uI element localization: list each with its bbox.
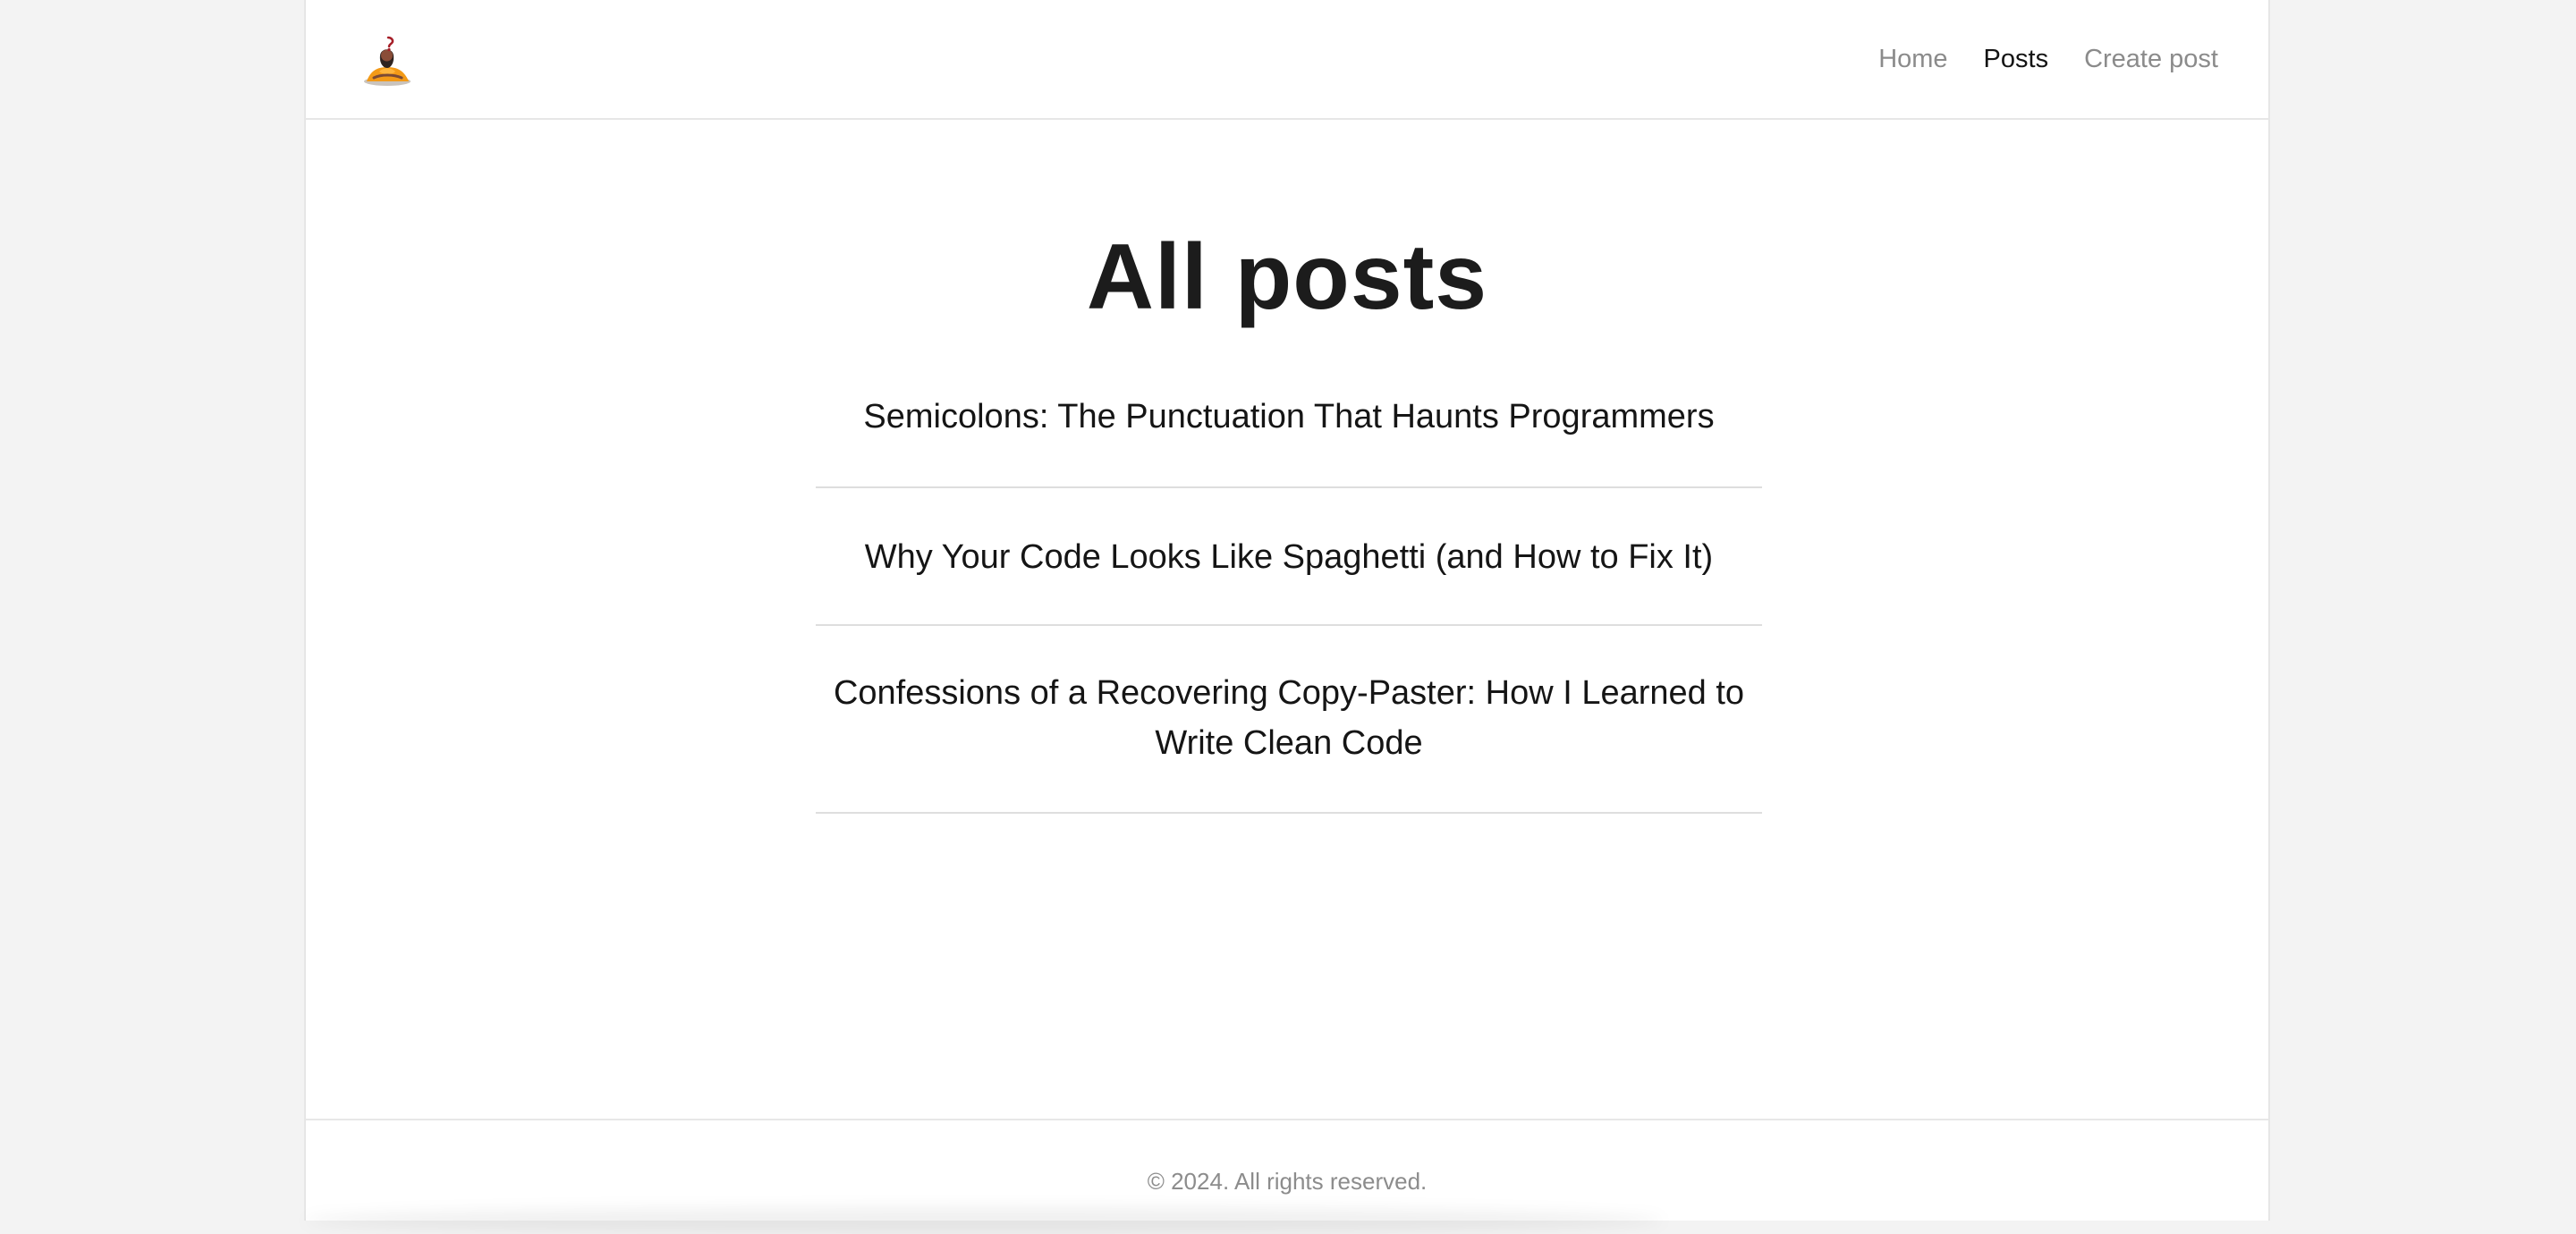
page-frame: Home Posts Create post All posts Semicol… <box>304 0 2270 1221</box>
post-list-item: Confessions of a Recovering Copy-Paster:… <box>816 626 1762 814</box>
nav-posts-link[interactable]: Posts <box>1984 41 2049 77</box>
nav-create-post-link[interactable]: Create post <box>2084 41 2218 77</box>
page-title: All posts <box>1086 225 1488 329</box>
posts-page: All posts Semicolons: The Punctuation Th… <box>306 120 2268 1119</box>
post-list-item: Why Your Code Looks Like Spaghetti (and … <box>816 488 1762 626</box>
site-header: Home Posts Create post <box>306 0 2268 120</box>
nav-home-link[interactable]: Home <box>1878 41 1947 77</box>
meditating-person-icon[interactable] <box>361 32 413 88</box>
post-link-semicolons[interactable]: Semicolons: The Punctuation That Haunts … <box>816 392 1762 442</box>
post-link-spaghetti-code[interactable]: Why Your Code Looks Like Spaghetti (and … <box>816 532 1762 582</box>
bottom-shadow <box>304 1207 1664 1234</box>
post-list-item: Semicolons: The Punctuation That Haunts … <box>816 359 1762 488</box>
main-navigation: Home Posts Create post <box>1878 41 2218 77</box>
post-list: Semicolons: The Punctuation That Haunts … <box>816 359 1762 814</box>
copyright-text: © 2024. All rights reserved. <box>1147 1168 1428 1195</box>
site-footer: © 2024. All rights reserved. <box>306 1119 2268 1221</box>
post-link-copy-paster[interactable]: Confessions of a Recovering Copy-Paster:… <box>816 668 1762 768</box>
